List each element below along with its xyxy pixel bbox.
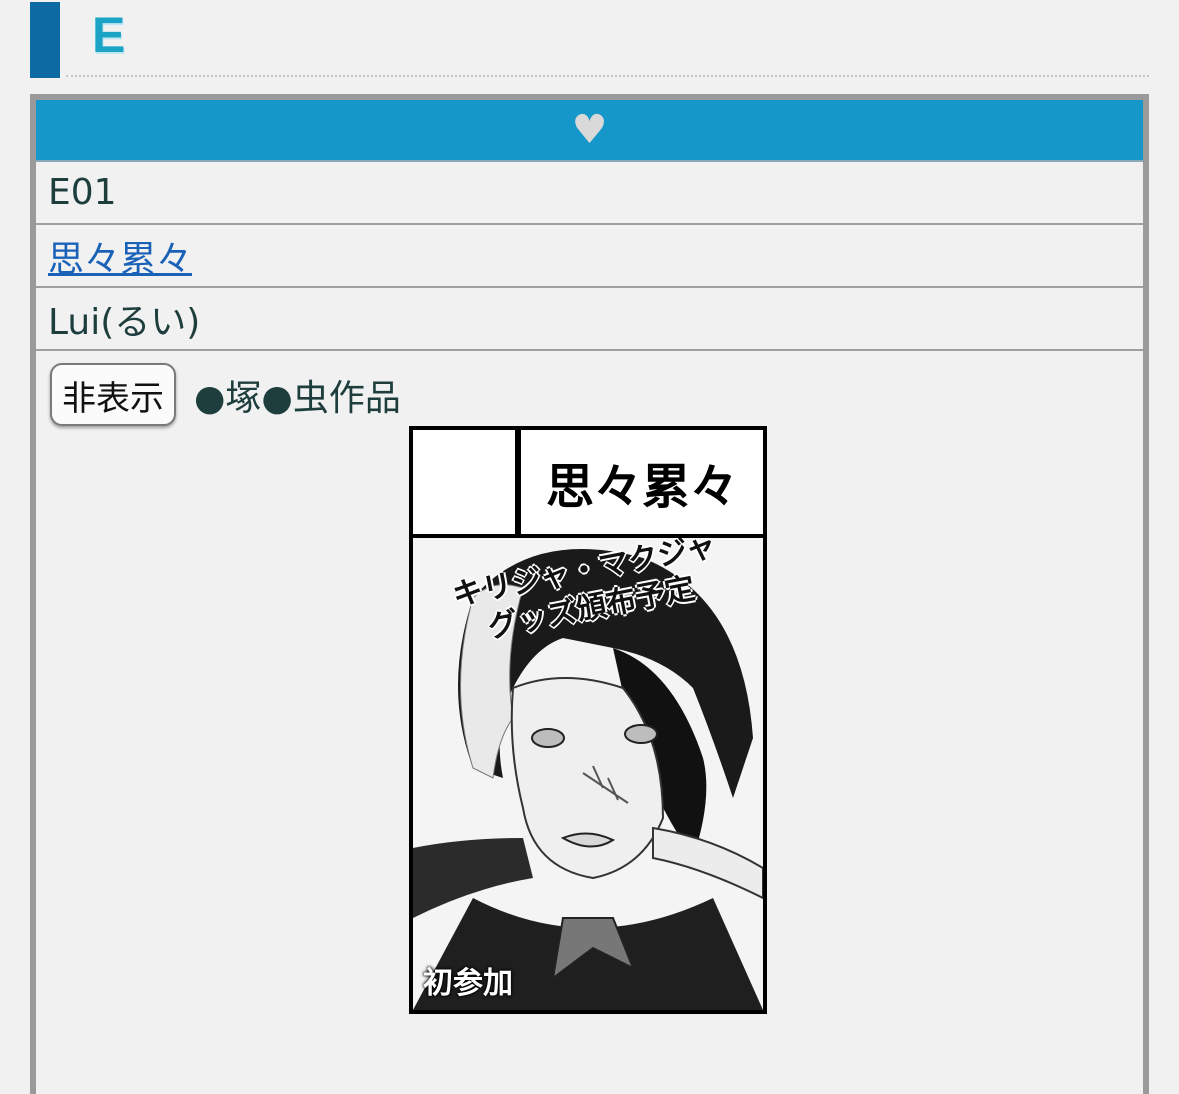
- circle-name-row: 思々累々: [36, 225, 1143, 288]
- circle-detail: 非表示 ●塚●虫作品 思々累々 キリジャ・マクジャ グッズ頒布予定 初参加: [36, 351, 1143, 1063]
- space-number-row: E01: [36, 162, 1143, 225]
- cut-illustration: キリジャ・マクジャ グッズ頒布予定 初参加: [413, 538, 763, 1010]
- author-name-row: Lui(るい): [36, 288, 1143, 351]
- circle-cut-image: 思々累々 キリジャ・マクジャ グッズ頒布予定 初参加: [409, 426, 767, 1014]
- hide-button[interactable]: 非表示: [50, 363, 176, 426]
- cut-circle-name: 思々累々: [545, 459, 738, 515]
- heart-icon[interactable]: ♥: [572, 110, 608, 150]
- section-header: E: [30, 0, 1149, 78]
- cut-title-box: 思々累々: [413, 430, 763, 538]
- section-title: E: [92, 7, 126, 63]
- circle-name-link[interactable]: 思々累々: [48, 230, 192, 282]
- space-number: E01: [48, 172, 117, 213]
- genre-label: ●塚●虫作品: [194, 377, 401, 419]
- author-name: Lui(るい): [48, 301, 201, 343]
- circle-card: ♥ E01 思々累々 Lui(るい) 非表示 ●塚●虫作品 思々累々 キリジャ・…: [30, 94, 1149, 1094]
- first-participation-badge: 初参加: [423, 966, 513, 1001]
- section-accent-bar: [30, 2, 60, 78]
- section-divider: [66, 75, 1149, 77]
- card-header[interactable]: ♥: [36, 100, 1143, 162]
- cut-space-box: [413, 430, 521, 534]
